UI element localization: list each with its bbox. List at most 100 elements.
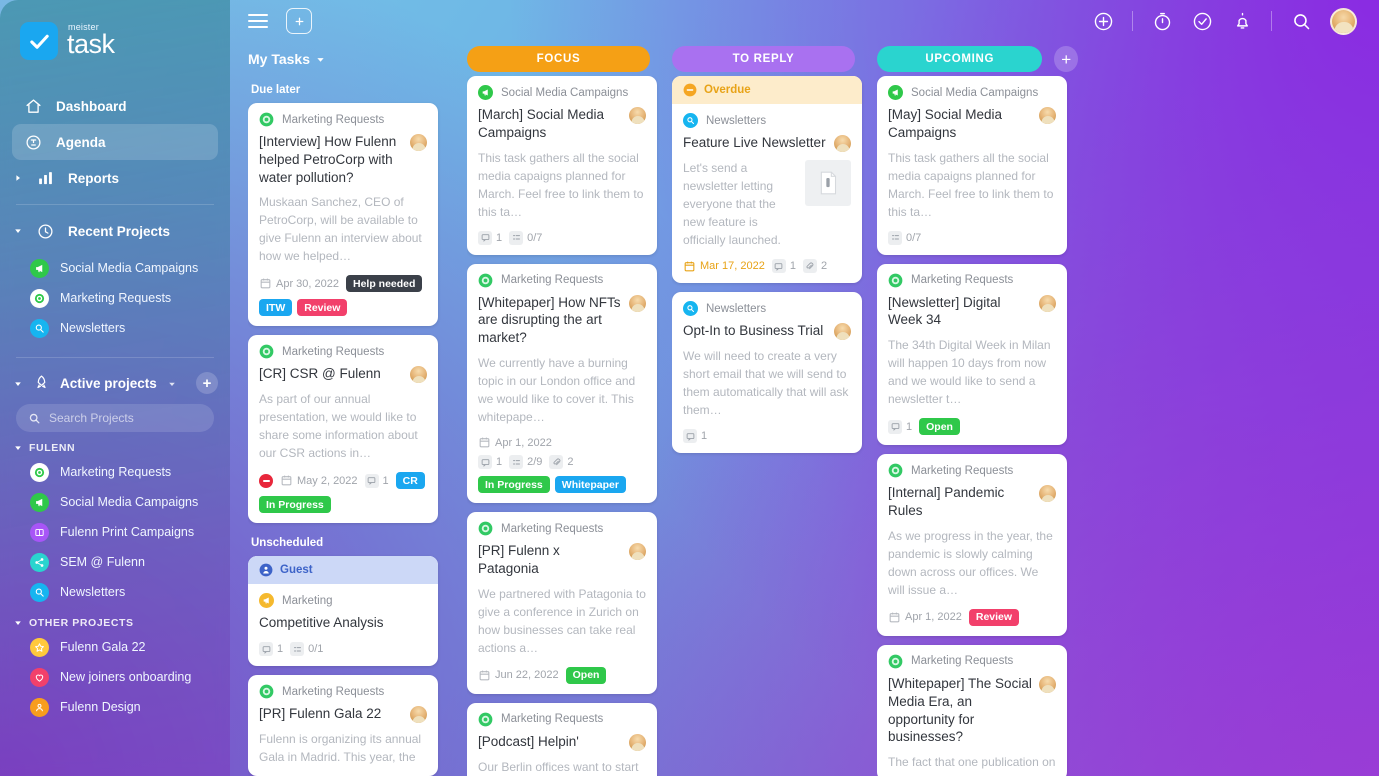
my-tasks-body[interactable]: Due later Marketing Requests [Interview]… xyxy=(248,76,461,776)
home-icon xyxy=(24,97,43,116)
megaphone-icon xyxy=(30,258,49,278)
chevron-down-icon[interactable] xyxy=(12,227,22,235)
sidebar-project-sem-at-fulenn[interactable]: SEM @ Fulenn xyxy=(12,547,218,577)
task-card[interactable]: Overdue Newsletters Feature Live Newslet… xyxy=(672,76,862,283)
focus-body[interactable]: Social Media Campaigns [March] Social Me… xyxy=(467,76,668,776)
column-pill-focus[interactable]: FOCUS xyxy=(467,46,650,72)
search-icon[interactable] xyxy=(1290,10,1312,32)
task-card[interactable]: Marketing Requests [Whitepaper] How NFTs… xyxy=(467,263,657,504)
card-title: [Newsletter] Digital Week 34 xyxy=(888,294,1001,328)
plus-circle-icon[interactable] xyxy=(1092,10,1114,32)
chevron-down-icon-active[interactable] xyxy=(14,376,24,391)
sidebar-section-recent-projects[interactable]: Recent Projects xyxy=(12,213,218,249)
magnifier-icon xyxy=(30,318,49,338)
magnifier-icon xyxy=(683,113,698,128)
sidebar-item-dashboard[interactable]: Dashboard xyxy=(12,88,218,124)
task-card[interactable]: Marketing Requests [PR] Fulenn x Patagon… xyxy=(467,512,657,694)
sidebar-section-active-projects[interactable]: Active projects + xyxy=(12,372,218,394)
sidebar-project-newsletters-2[interactable]: Newsletters xyxy=(12,577,218,607)
task-card[interactable]: Marketing Requests [Internal] Pandemic R… xyxy=(877,454,1067,636)
main-area: My Tasks Due later Marketing Requests [I… xyxy=(230,0,1379,776)
tag-itw[interactable]: ITW xyxy=(259,299,293,317)
sidebar-project-marketing-requests[interactable]: Marketing Requests xyxy=(12,283,218,313)
checklist-count: 2/9 xyxy=(527,456,543,469)
sidebar-project-social-media-campaigns-2[interactable]: Social Media Campaigns xyxy=(12,487,218,517)
search-projects-box[interactable] xyxy=(16,404,214,432)
task-card[interactable]: Social Media Campaigns [May] Social Medi… xyxy=(877,76,1067,255)
card-avatar xyxy=(410,134,427,151)
card-project: Marketing Requests xyxy=(259,684,427,699)
task-board: My Tasks Due later Marketing Requests [I… xyxy=(230,42,1379,776)
card-avatar xyxy=(834,135,851,152)
checklist-count: 0/7 xyxy=(527,231,543,244)
chevron-right-icon[interactable] xyxy=(12,174,22,182)
task-card[interactable]: Marketing Requests [Whitepaper] The Soci… xyxy=(877,644,1067,776)
task-card[interactable]: Marketing Requests [Interview] How Fulen… xyxy=(248,103,438,327)
card-avatar xyxy=(629,107,646,124)
sidebar-project-newsletters[interactable]: Newsletters xyxy=(12,313,218,343)
card-project-label: Marketing Requests xyxy=(911,655,1014,668)
focus-header: FOCUS xyxy=(467,42,668,76)
overdue-icon xyxy=(683,83,697,97)
attachment-count: 2 xyxy=(820,260,828,272)
card-attachments: 2 xyxy=(549,455,574,470)
tag-open[interactable]: Open xyxy=(919,418,960,436)
tag-cr[interactable]: CR xyxy=(395,472,425,490)
target-icon xyxy=(888,463,903,478)
timer-icon[interactable] xyxy=(1151,10,1173,32)
task-card[interactable]: Marketing Requests [PR] Fulenn Gala 22 F… xyxy=(248,675,438,776)
due-date-text: Apr 30, 2022 xyxy=(276,277,339,290)
my-tasks-dropdown[interactable]: My Tasks xyxy=(248,51,325,67)
task-card[interactable]: Marketing Requests [Podcast] Helpin' Our… xyxy=(467,702,657,776)
tag-in-progress[interactable]: In Progress xyxy=(478,476,550,494)
sidebar-item-agenda[interactable]: Agenda xyxy=(12,124,218,160)
card-avatar xyxy=(410,706,427,724)
task-card[interactable]: Social Media Campaigns [March] Social Me… xyxy=(467,76,657,255)
tag-review[interactable]: Review xyxy=(297,299,348,317)
sidebar-item-label: Dashboard xyxy=(56,98,127,114)
sidebar-group-fulenn[interactable]: FULENN xyxy=(12,442,218,454)
bell-icon[interactable] xyxy=(1231,10,1253,32)
task-card[interactable]: Marketing Requests [CR] CSR @ Fulenn As … xyxy=(248,335,438,524)
column-pill-upcoming[interactable]: UPCOMING xyxy=(877,46,1043,72)
sidebar-project-marketing-requests-2[interactable]: Marketing Requests xyxy=(12,457,218,487)
document-thumbnail[interactable] xyxy=(805,160,851,206)
checklist-icon xyxy=(509,455,524,470)
sidebar-project-fulenn-print-campaigns[interactable]: Fulenn Print Campaigns xyxy=(12,517,218,547)
tag-open[interactable]: Open xyxy=(565,666,607,684)
status-badge[interactable]: Help needed xyxy=(346,275,423,293)
sidebar-project-new-joiners-onboarding[interactable]: New joiners onboarding xyxy=(12,662,218,692)
task-card[interactable]: Marketing Requests [Newsletter] Digital … xyxy=(877,263,1067,446)
sidebar-project-fulenn-design[interactable]: Fulenn Design xyxy=(12,692,218,722)
task-card[interactable]: Newsletters Opt-In to Business Trial We … xyxy=(672,292,862,453)
add-column-button[interactable]: + xyxy=(1054,46,1078,72)
upcoming-body[interactable]: Social Media Campaigns [May] Social Medi… xyxy=(877,76,1078,776)
sidebar-group-other-projects[interactable]: OTHER PROJECTS xyxy=(12,617,218,629)
sidebar-project-fulenn-gala-22[interactable]: Fulenn Gala 22 xyxy=(12,632,218,662)
chevron-down-small-icon[interactable] xyxy=(168,376,177,391)
avatar[interactable] xyxy=(1330,7,1357,35)
search-projects-input[interactable] xyxy=(49,411,202,425)
sidebar-project-label: Marketing Requests xyxy=(60,291,172,305)
sidebar-project-social-media-campaigns[interactable]: Social Media Campaigns xyxy=(12,253,218,283)
sidebar-project-label: Fulenn Print Campaigns xyxy=(60,525,195,539)
column-pill-to-reply[interactable]: TO REPLY xyxy=(672,46,855,72)
new-task-icon[interactable] xyxy=(286,8,312,34)
app-logo[interactable]: meister task xyxy=(0,14,230,60)
sidebar-project-label: Social Media Campaigns xyxy=(60,495,199,509)
target-icon xyxy=(259,684,274,699)
comment-icon xyxy=(478,455,492,470)
task-card[interactable]: Guest Marketing Competitive Analysis 1 0… xyxy=(248,556,438,667)
sidebar-item-reports[interactable]: Reports xyxy=(12,160,218,196)
check-circle-icon[interactable] xyxy=(1191,10,1213,32)
to-reply-body[interactable]: Overdue Newsletters Feature Live Newslet… xyxy=(672,76,873,776)
tag-whitepaper[interactable]: Whitepaper xyxy=(554,476,626,494)
add-project-button[interactable]: + xyxy=(196,372,218,394)
sidebar: meister task Dashboard Agenda Reports Re… xyxy=(0,0,230,776)
hamburger-icon[interactable] xyxy=(248,10,268,32)
card-description: The fact that one publication on xyxy=(888,755,1056,770)
comment-icon xyxy=(683,429,697,443)
tag-in-progress[interactable]: In Progress xyxy=(259,496,331,514)
card-title: Competitive Analysis xyxy=(259,615,384,631)
tag-review[interactable]: Review xyxy=(968,608,1020,626)
